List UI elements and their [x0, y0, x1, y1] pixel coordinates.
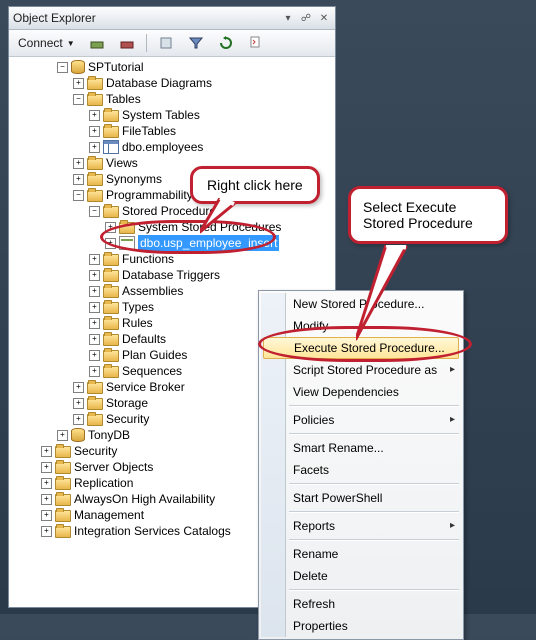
- menu-refresh[interactable]: Refresh: [261, 593, 461, 615]
- pin-icon[interactable]: ☍: [299, 11, 313, 25]
- menu-smart-rename[interactable]: Smart Rename...: [261, 437, 461, 459]
- connect-label: Connect: [18, 36, 63, 50]
- menu-rename[interactable]: Rename: [261, 543, 461, 565]
- panel-titlebar: Object Explorer ▾ ☍ ✕: [9, 7, 335, 30]
- menu-separator: [289, 589, 459, 591]
- tree-node-database-triggers[interactable]: +Database Triggers: [9, 267, 335, 283]
- tree-node-file-tables[interactable]: +FileTables: [9, 123, 335, 139]
- menu-reports[interactable]: Reports: [261, 515, 461, 537]
- tree-node-sptutorial[interactable]: −SPTutorial: [9, 59, 335, 75]
- menu-separator: [289, 405, 459, 407]
- callout-select-execute: Select Execute Stored Procedure: [348, 186, 508, 244]
- context-menu: New Stored Procedure... Modify Execute S…: [258, 290, 464, 640]
- panel-title: Object Explorer: [13, 11, 96, 25]
- callout-right-click: Right click here: [190, 166, 320, 204]
- tree-node-tables[interactable]: −Tables: [9, 91, 335, 107]
- toolbar-disconnect-icon[interactable]: [114, 32, 140, 54]
- menu-separator: [289, 433, 459, 435]
- close-icon[interactable]: ✕: [317, 11, 331, 25]
- menu-delete[interactable]: Delete: [261, 565, 461, 587]
- tree-node-database-diagrams[interactable]: +Database Diagrams: [9, 75, 335, 91]
- menu-start-powershell[interactable]: Start PowerShell: [261, 487, 461, 509]
- toolbar-separator: [146, 34, 147, 52]
- callout-select-execute-line2: Stored Procedure: [363, 215, 493, 231]
- toolbar-connect-icon[interactable]: [84, 32, 110, 54]
- tree-node-system-stored-procedures[interactable]: +System Stored Procedures: [9, 219, 335, 235]
- menu-execute-stored-procedure[interactable]: Execute Stored Procedure...: [263, 337, 459, 359]
- toolbar-refresh-icon[interactable]: [213, 32, 239, 54]
- connect-button[interactable]: Connect ▼: [13, 33, 80, 53]
- toolbar-script-icon[interactable]: [243, 32, 269, 54]
- chevron-down-icon: ▼: [67, 39, 75, 48]
- menu-policies[interactable]: Policies: [261, 409, 461, 431]
- toolbar-stop-icon[interactable]: [153, 32, 179, 54]
- menu-new-stored-procedure[interactable]: New Stored Procedure...: [261, 293, 461, 315]
- menu-script-as[interactable]: Script Stored Procedure as: [261, 359, 461, 381]
- menu-properties[interactable]: Properties: [261, 615, 461, 637]
- tree-node-system-tables[interactable]: +System Tables: [9, 107, 335, 123]
- menu-view-dependencies[interactable]: View Dependencies: [261, 381, 461, 403]
- menu-modify[interactable]: Modify: [261, 315, 461, 337]
- tree-node-stored-procedures[interactable]: −Stored Procedures: [9, 203, 335, 219]
- menu-facets[interactable]: Facets: [261, 459, 461, 481]
- toolbar-filter-icon[interactable]: [183, 32, 209, 54]
- menu-separator: [289, 539, 459, 541]
- menu-separator: [289, 483, 459, 485]
- tree-node-functions[interactable]: +Functions: [9, 251, 335, 267]
- menu-separator: [289, 511, 459, 513]
- callout-right-click-text: Right click here: [207, 177, 303, 193]
- tree-node-usp-employee-insert[interactable]: +dbo.usp_employee_insert: [9, 235, 335, 251]
- callout-select-execute-line1: Select Execute: [363, 199, 493, 215]
- panel-toolbar: Connect ▼: [9, 30, 335, 57]
- dropdown-icon[interactable]: ▾: [281, 11, 295, 25]
- tree-node-dbo-employees[interactable]: +dbo.employees: [9, 139, 335, 155]
